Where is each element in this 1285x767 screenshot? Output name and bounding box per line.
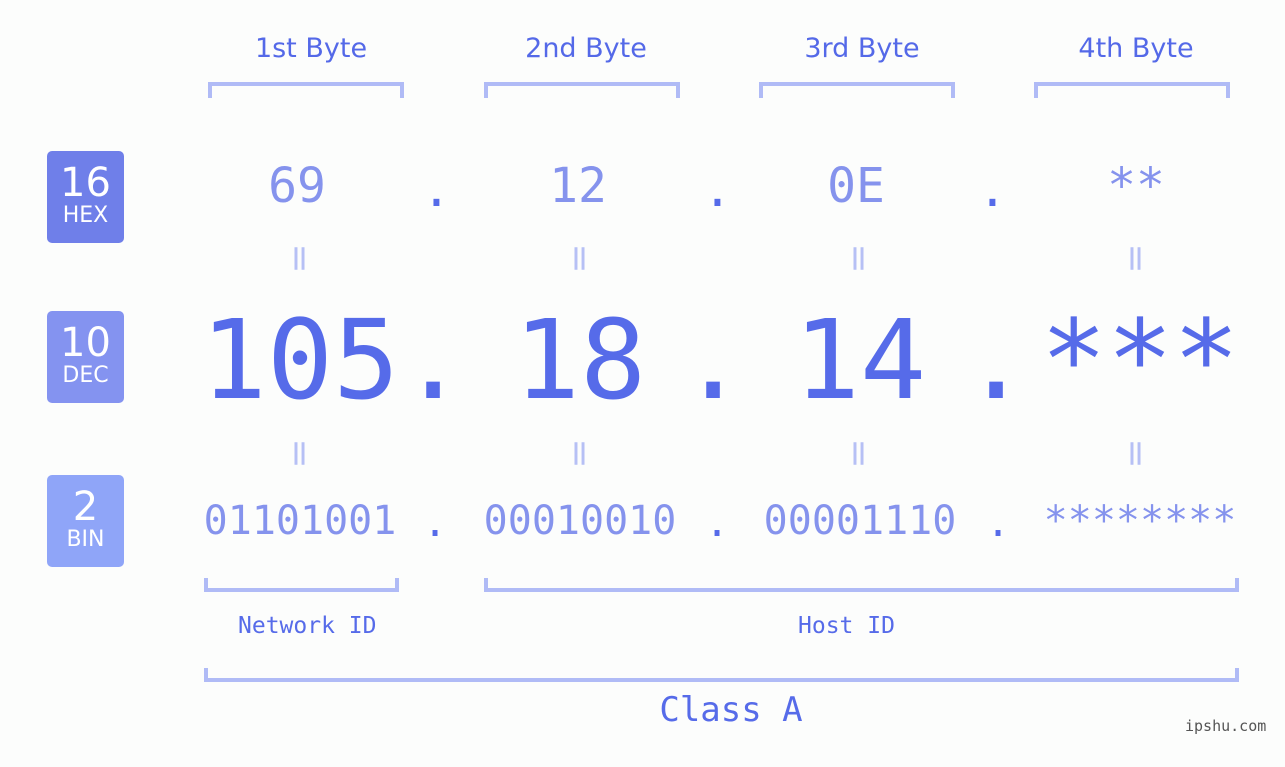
byte-bracket-3	[759, 82, 955, 98]
bin-separator-2: .	[705, 500, 730, 546]
bin-badge-number: 2	[72, 484, 99, 530]
dec-separator-3: .	[963, 296, 1030, 424]
equals-icon: =	[279, 438, 321, 469]
byte-header-3: 3rd Byte	[804, 33, 920, 64]
hex-separator-1: .	[422, 162, 451, 218]
bin-separator-1: .	[423, 500, 448, 546]
bin-badge: 2 BIN	[47, 475, 124, 567]
class-label: Class A	[659, 690, 803, 730]
class-bracket	[204, 668, 1239, 682]
byte-bracket-4	[1034, 82, 1230, 98]
hex-separator-3: .	[978, 162, 1007, 218]
bin-byte-4: ********	[1043, 498, 1237, 544]
equals-icon: =	[279, 243, 321, 274]
bin-byte-3: 00001110	[763, 498, 957, 544]
host-id-bracket	[484, 578, 1239, 592]
hex-separator-2: .	[703, 162, 732, 218]
byte-header-2: 2nd Byte	[525, 33, 647, 64]
bin-separator-3: .	[986, 500, 1011, 546]
dec-byte-1: 105	[200, 296, 400, 424]
bin-byte-2: 00010010	[483, 498, 677, 544]
equals-icon: =	[1115, 438, 1157, 469]
byte-header-4: 4th Byte	[1078, 33, 1194, 64]
equals-icon: =	[838, 243, 880, 274]
dec-byte-2: 18	[513, 296, 647, 424]
hex-byte-3: 0E	[827, 158, 885, 214]
hex-byte-4: **	[1107, 158, 1165, 214]
bin-badge-label: BIN	[66, 527, 105, 552]
dec-badge-label: DEC	[62, 363, 109, 388]
dec-separator-2: .	[680, 296, 747, 424]
equals-icon: =	[1115, 243, 1157, 274]
network-id-label: Network ID	[238, 613, 377, 639]
equals-icon: =	[559, 438, 601, 469]
hex-badge-label: HEX	[62, 203, 109, 228]
hex-badge-number: 16	[60, 160, 111, 206]
dec-byte-3: 14	[793, 296, 927, 424]
watermark: ipshu.com	[1185, 717, 1267, 735]
equals-icon: =	[559, 243, 601, 274]
equals-icon: =	[838, 438, 880, 469]
hex-byte-1: 69	[268, 158, 326, 214]
bin-byte-1: 01101001	[203, 498, 397, 544]
hex-byte-2: 12	[549, 158, 607, 214]
byte-bracket-1	[208, 82, 404, 98]
dec-badge-number: 10	[60, 320, 111, 366]
byte-bracket-2	[484, 82, 680, 98]
dec-byte-4: ***	[1040, 296, 1240, 424]
dec-separator-1: .	[400, 296, 467, 424]
host-id-label: Host ID	[798, 613, 895, 639]
hex-badge: 16 HEX	[47, 151, 124, 243]
byte-header-1: 1st Byte	[254, 33, 368, 64]
dec-badge: 10 DEC	[47, 311, 124, 403]
network-id-bracket	[204, 578, 399, 592]
